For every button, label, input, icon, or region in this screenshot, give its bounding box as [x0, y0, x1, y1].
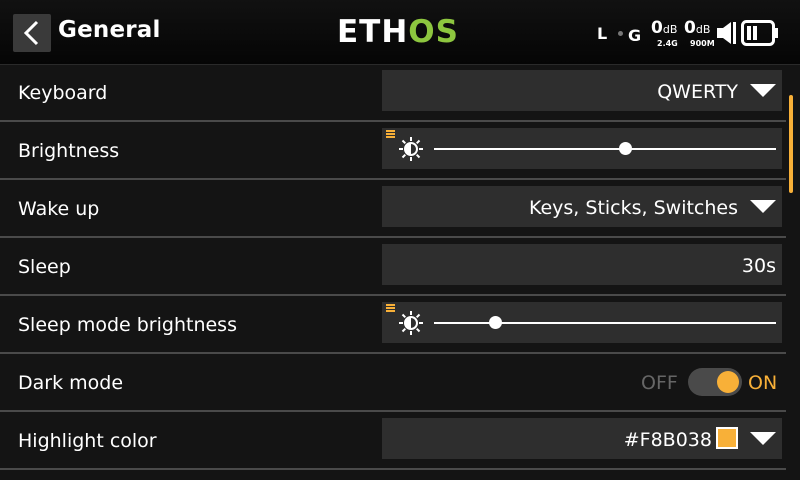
- highlight-color-label: Highlight color: [18, 430, 157, 452]
- battery-icon: [741, 20, 778, 46]
- highlight-color-value: #F8B038: [623, 429, 712, 451]
- keyboard-value: QWERTY: [657, 81, 738, 103]
- setting-row-keyboard: Keyboard QWERTY: [0, 64, 786, 122]
- dropdown-arrow-icon: [750, 84, 776, 97]
- chevron-left-icon: [23, 20, 39, 46]
- back-button[interactable]: [13, 14, 51, 52]
- setting-row-highlight-color: Highlight color #F8B038: [0, 412, 786, 470]
- setting-row-dark-mode: Dark mode OFF ON: [0, 354, 786, 412]
- setting-row-brightness: Brightness: [0, 122, 786, 180]
- dropdown-arrow-icon: [750, 200, 776, 213]
- sun-icon: [399, 311, 423, 335]
- sleep-brightness-label: Sleep mode brightness: [18, 314, 237, 336]
- wake-up-label: Wake up: [18, 198, 100, 220]
- sleep-value-field[interactable]: 30s: [382, 244, 782, 285]
- keyboard-label: Keyboard: [18, 82, 108, 104]
- sleep-value: 30s: [741, 255, 776, 277]
- sleep-brightness-slider[interactable]: [382, 302, 782, 343]
- rssi-24g: 0dB 2.4G: [651, 18, 678, 48]
- rssi-900m: 0dB 900M: [684, 18, 715, 48]
- color-swatch: [716, 427, 738, 449]
- status-dot: [618, 31, 623, 36]
- brightness-slider[interactable]: [382, 128, 782, 169]
- ethos-logo: ETHOS: [337, 14, 459, 50]
- sun-icon: [399, 137, 423, 161]
- menu-lines-icon: [386, 130, 395, 138]
- slider-track[interactable]: [434, 148, 776, 150]
- page-title: General: [58, 17, 161, 43]
- dark-mode-label: Dark mode: [18, 372, 124, 394]
- dropdown-arrow-icon: [750, 432, 776, 445]
- brightness-label: Brightness: [18, 140, 120, 162]
- highlight-color-picker[interactable]: #F8B038: [382, 418, 782, 459]
- sleep-label: Sleep: [18, 256, 71, 278]
- setting-row-sleep-brightness: Sleep mode brightness: [0, 296, 786, 354]
- toggle-off-label: OFF: [641, 372, 678, 394]
- slider-track[interactable]: [434, 322, 776, 324]
- slider-knob[interactable]: [619, 142, 633, 155]
- wake-up-value: Keys, Sticks, Switches: [528, 197, 738, 219]
- scrollbar[interactable]: [789, 95, 793, 193]
- receiver-indicator-g: G: [628, 26, 642, 45]
- keyboard-dropdown[interactable]: QWERTY: [382, 70, 782, 111]
- toggle-on-label: ON: [748, 372, 778, 394]
- toggle-knob[interactable]: [717, 371, 739, 393]
- slider-knob[interactable]: [489, 316, 503, 329]
- receiver-indicator-l: L: [597, 24, 608, 43]
- menu-lines-icon: [386, 304, 395, 312]
- setting-row-wake-up: Wake up Keys, Sticks, Switches: [0, 180, 786, 238]
- wake-up-dropdown[interactable]: Keys, Sticks, Switches: [382, 186, 782, 227]
- title-bar: General ETHOS L G 0dB 2.4G 0dB 900M: [0, 0, 800, 65]
- speaker-volume-icon[interactable]: [716, 19, 738, 47]
- setting-row-sleep: Sleep 30s: [0, 238, 786, 296]
